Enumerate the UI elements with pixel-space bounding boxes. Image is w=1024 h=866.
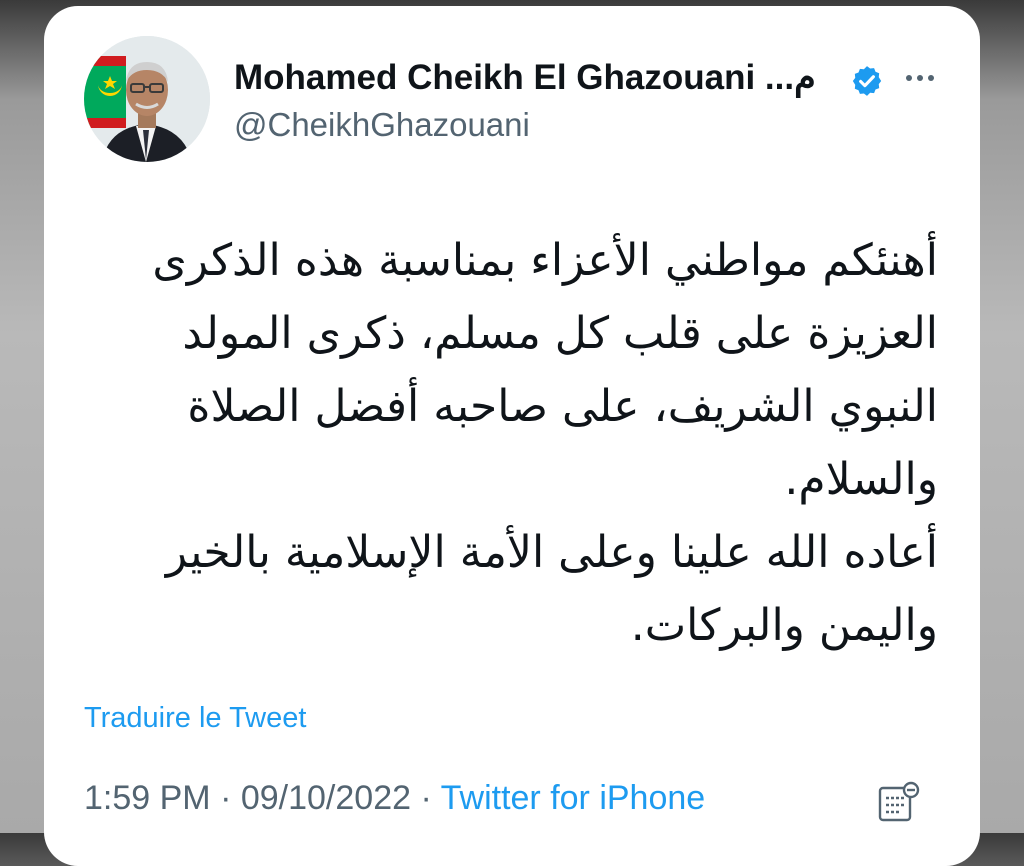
tweet-source-link[interactable]: Twitter for iPhone [441,779,706,817]
translate-tweet-link[interactable]: Traduire le Tweet [84,702,306,735]
verified-badge-icon [852,66,882,96]
analytics-icon[interactable] [876,780,922,824]
tweet-text-paragraph-1: أهنئكم مواطني الأعزاء بمناسبة هذه الذكرى… [152,235,938,505]
tweet-card: Mohamed Cheikh El Ghazouani ...م @Cheikh… [44,6,980,866]
tweet-time[interactable]: 1:59 PM [84,779,211,817]
tweet-text-paragraph-2: أعاده الله علينا وعلى الأمة الإسلامية با… [165,527,938,651]
profile-avatar[interactable] [84,36,210,162]
more-options-icon[interactable] [900,58,940,98]
avatar-photo [84,36,210,162]
author-handle[interactable]: @CheikhGhazouani [234,106,530,144]
author-name[interactable]: Mohamed Cheikh El Ghazouani ...م [234,58,816,98]
meta-separator: · [210,779,241,817]
tweet-date[interactable]: 09/10/2022 [241,779,411,817]
meta-separator: · [411,779,441,817]
tweet-metadata: 1:59 PM · 09/10/2022 · Twitter for iPhon… [84,779,705,818]
tweet-text: أهنئكم مواطني الأعزاء بمناسبة هذه الذكرى… [98,224,938,662]
